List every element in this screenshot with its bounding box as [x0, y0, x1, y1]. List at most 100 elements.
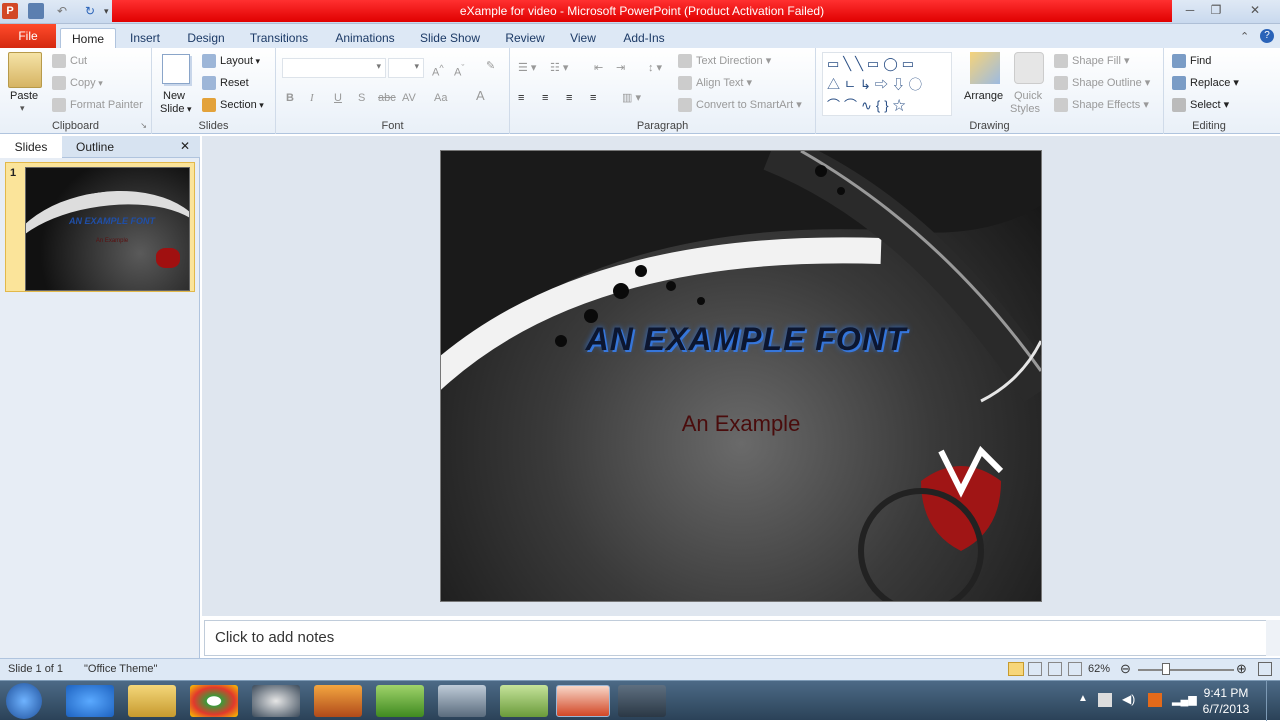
- find-button[interactable]: Find: [1172, 53, 1211, 69]
- cut-button[interactable]: Cut: [52, 53, 87, 69]
- quick-styles-icon[interactable]: [1014, 52, 1044, 84]
- zoom-slider[interactable]: [1138, 669, 1234, 671]
- reset-button[interactable]: Reset: [202, 75, 249, 91]
- strikethrough-button[interactable]: abc: [378, 90, 396, 106]
- close-pane-icon[interactable]: ✕: [180, 139, 190, 153]
- tab-add-ins[interactable]: Add-Ins: [616, 28, 672, 48]
- undo-icon[interactable]: ↶: [54, 3, 70, 19]
- help-icon[interactable]: ?: [1260, 29, 1274, 43]
- tab-animations[interactable]: Animations: [328, 28, 402, 48]
- tab-review[interactable]: Review: [500, 28, 550, 48]
- line-spacing-icon[interactable]: ↕ ▾: [648, 60, 662, 76]
- media-app-icon[interactable]: [438, 685, 486, 717]
- zoom-level[interactable]: 62%: [1088, 663, 1110, 675]
- steam-icon[interactable]: [252, 685, 300, 717]
- slide-subtitle[interactable]: An Example: [641, 411, 841, 437]
- tab-outline[interactable]: Outline: [62, 136, 128, 158]
- format-painter-button[interactable]: Format Painter: [52, 97, 143, 113]
- zoom-slider-thumb[interactable]: [1162, 663, 1170, 675]
- tab-file[interactable]: File: [0, 24, 56, 48]
- replace-button[interactable]: Replace ▾: [1172, 75, 1239, 91]
- powerpoint-taskbar-icon[interactable]: [556, 685, 610, 717]
- increase-indent-icon[interactable]: ⇥: [616, 60, 625, 76]
- show-hidden-icons[interactable]: ▲: [1078, 693, 1088, 704]
- shrink-font-icon[interactable]: Aˇ: [454, 60, 464, 81]
- arrange-button[interactable]: Arrange: [964, 88, 1003, 104]
- show-desktop-button[interactable]: [1266, 681, 1280, 721]
- clock-date[interactable]: 6/7/2013: [1196, 702, 1256, 716]
- new-slide-icon[interactable]: [162, 54, 190, 84]
- slide-canvas[interactable]: AN EXAMPLE FONT An Example: [440, 150, 1042, 602]
- tab-home[interactable]: Home: [60, 28, 116, 48]
- game-app-icon[interactable]: [314, 685, 362, 717]
- clear-formatting-icon[interactable]: ✎: [486, 58, 495, 74]
- fit-slide-icon[interactable]: [1258, 662, 1272, 676]
- tab-design[interactable]: Design: [180, 28, 232, 48]
- close-window-button[interactable]: ✕: [1240, 2, 1270, 18]
- font-family-combo[interactable]: ▾: [282, 58, 386, 78]
- clock-time[interactable]: 9:41 PM: [1196, 686, 1256, 700]
- file-explorer-icon[interactable]: [128, 685, 176, 717]
- font-size-combo[interactable]: ▾: [388, 58, 424, 78]
- notes-pane[interactable]: Click to add notes: [204, 620, 1268, 656]
- chrome-icon[interactable]: [190, 685, 238, 717]
- notes-scrollbar[interactable]: [1266, 620, 1280, 656]
- tab-slide-show[interactable]: Slide Show: [414, 28, 486, 48]
- bullets-icon[interactable]: ☰ ▾: [518, 60, 536, 76]
- tab-slides[interactable]: Slides: [0, 136, 62, 158]
- zoom-out-icon[interactable]: ⊖: [1120, 661, 1131, 677]
- shape-fill-button[interactable]: Shape Fill ▾: [1054, 53, 1130, 69]
- arrange-icon[interactable]: [970, 52, 1000, 84]
- start-button[interactable]: [6, 683, 42, 719]
- shapes-gallery[interactable]: ▭╲╲▭◯▭ △ㄴ↳⇨⇩◯ ⌒⌒∿{}☆: [822, 52, 952, 116]
- internet-explorer-icon[interactable]: [66, 685, 114, 717]
- save-icon[interactable]: [28, 3, 44, 19]
- recorder-app-icon[interactable]: [618, 685, 666, 717]
- slide-title[interactable]: AN EXAMPLE FONT: [541, 321, 951, 358]
- tab-insert[interactable]: Insert: [124, 28, 166, 48]
- italic-button[interactable]: I: [310, 90, 314, 106]
- section-button[interactable]: Section ▾: [202, 97, 264, 113]
- align-left-icon[interactable]: ≡: [518, 90, 524, 106]
- tab-view[interactable]: View: [564, 28, 602, 48]
- align-center-icon[interactable]: ≡: [542, 90, 548, 106]
- clipboard-launcher-icon[interactable]: ↘: [140, 121, 147, 130]
- redo-icon[interactable]: ↻: [82, 3, 98, 19]
- font-color-button[interactable]: A: [476, 88, 485, 104]
- underline-button[interactable]: U: [334, 90, 342, 106]
- powerpoint-app-icon[interactable]: P: [2, 3, 18, 19]
- paste-icon[interactable]: [8, 52, 42, 88]
- tab-transitions[interactable]: Transitions: [244, 28, 314, 48]
- normal-view-icon[interactable]: [1008, 662, 1024, 676]
- text-shadow-button[interactable]: S: [358, 90, 365, 106]
- shape-effects-button[interactable]: Shape Effects ▾: [1054, 97, 1149, 113]
- layout-button[interactable]: Layout ▾: [202, 53, 260, 69]
- numbering-icon[interactable]: ☷ ▾: [550, 60, 568, 76]
- slide-thumbnail[interactable]: AN EXAMPLE FONT An Example: [25, 167, 190, 291]
- bold-button[interactable]: B: [286, 90, 294, 106]
- excel-icon[interactable]: [376, 685, 424, 717]
- volume-icon[interactable]: ◀): [1122, 692, 1135, 706]
- select-button[interactable]: Select ▾: [1172, 97, 1229, 113]
- align-text-button[interactable]: Align Text ▾: [678, 75, 752, 91]
- tray-app-icon[interactable]: [1148, 693, 1162, 707]
- notes-app-icon[interactable]: [500, 685, 548, 717]
- align-right-icon[interactable]: ≡: [566, 90, 572, 106]
- paste-dropdown-icon[interactable]: ▾: [20, 100, 25, 116]
- change-case-button[interactable]: Aa: [434, 90, 447, 106]
- columns-icon[interactable]: ▥ ▾: [622, 90, 641, 106]
- shape-outline-button[interactable]: Shape Outline ▾: [1054, 75, 1150, 91]
- slide-sorter-icon[interactable]: [1028, 662, 1042, 676]
- grow-font-icon[interactable]: A^: [432, 60, 444, 81]
- minimize-button[interactable]: ─: [1178, 2, 1202, 18]
- restore-button[interactable]: ❐: [1204, 2, 1228, 18]
- quick-styles-label-2[interactable]: Styles: [1010, 101, 1040, 117]
- network-icon[interactable]: ▂▄▆: [1172, 693, 1197, 706]
- text-direction-button[interactable]: Text Direction ▾: [678, 53, 771, 69]
- new-slide-label-2[interactable]: Slide ▾: [160, 101, 192, 117]
- slideshow-icon[interactable]: [1068, 662, 1082, 676]
- slide-thumbnail-selected[interactable]: 1 AN EXAMPLE FONT An Example: [5, 162, 195, 292]
- justify-icon[interactable]: ≡: [590, 90, 596, 106]
- copy-button[interactable]: Copy ▾: [52, 75, 103, 91]
- convert-smartart-button[interactable]: Convert to SmartArt ▾: [678, 97, 802, 113]
